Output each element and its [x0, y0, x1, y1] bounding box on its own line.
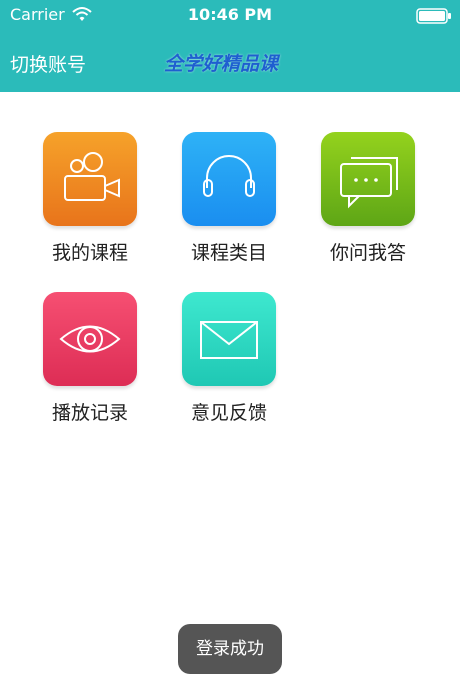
tile-course-categories[interactable]: 课程类目: [169, 132, 289, 272]
chat-bubbles-icon: [340, 157, 398, 209]
tile-label: 我的课程: [51, 242, 128, 264]
tile-icon-bg: [182, 292, 276, 386]
battery-icon: [416, 8, 451, 24]
switch-account-button[interactable]: 切换账号: [10, 50, 86, 77]
tile-icon-bg: [43, 292, 137, 386]
tile-label: 播放记录: [51, 402, 128, 424]
tile-icon-bg: [182, 132, 276, 226]
tile-label: 意见反馈: [190, 402, 267, 424]
tile-q-and-a[interactable]: 你问我答: [308, 132, 428, 272]
eye-icon: [59, 325, 121, 353]
status-bar: Carrier 10:46 PM: [0, 0, 460, 30]
app-logo-text: 全学好精品课: [164, 53, 279, 75]
tile-my-courses[interactable]: 我的课程: [30, 132, 150, 272]
tile-icon-bg: [43, 132, 137, 226]
toast-message: 登录成功: [178, 624, 282, 674]
status-time: 10:46 PM: [187, 5, 273, 24]
tile-play-history[interactable]: 播放记录: [30, 292, 150, 432]
tile-icon-bg: [321, 132, 415, 226]
video-camera-icon: [64, 152, 120, 201]
envelope-icon: [200, 321, 258, 359]
tile-label: 你问我答: [329, 242, 406, 264]
tile-feedback[interactable]: 意见反馈: [169, 292, 289, 432]
tile-label: 课程类目: [190, 242, 267, 264]
nav-bar: 切换账号 全学好精品课: [0, 30, 460, 92]
headphones-icon: [203, 155, 255, 197]
